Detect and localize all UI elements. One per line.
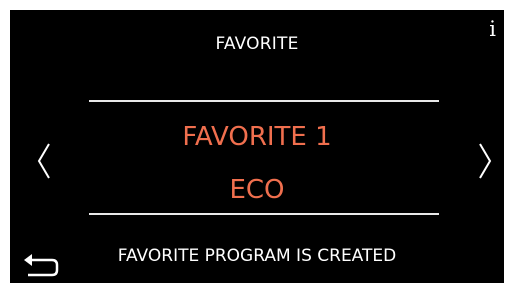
chevron-right-icon[interactable] — [477, 141, 493, 181]
divider-top — [89, 100, 439, 102]
screen-title: FAVORITE — [215, 34, 299, 54]
favorite-name: FAVORITE 1 — [182, 122, 332, 152]
divider-bottom — [89, 213, 439, 215]
status-message: FAVORITE PROGRAM IS CREATED — [117, 246, 397, 266]
favorite-program: ECO — [229, 175, 285, 205]
info-icon[interactable]: i — [489, 19, 496, 40]
favorite-screen: FAVORITE i FAVORITE 1 ECO FAVORITE PROGR… — [10, 10, 504, 283]
